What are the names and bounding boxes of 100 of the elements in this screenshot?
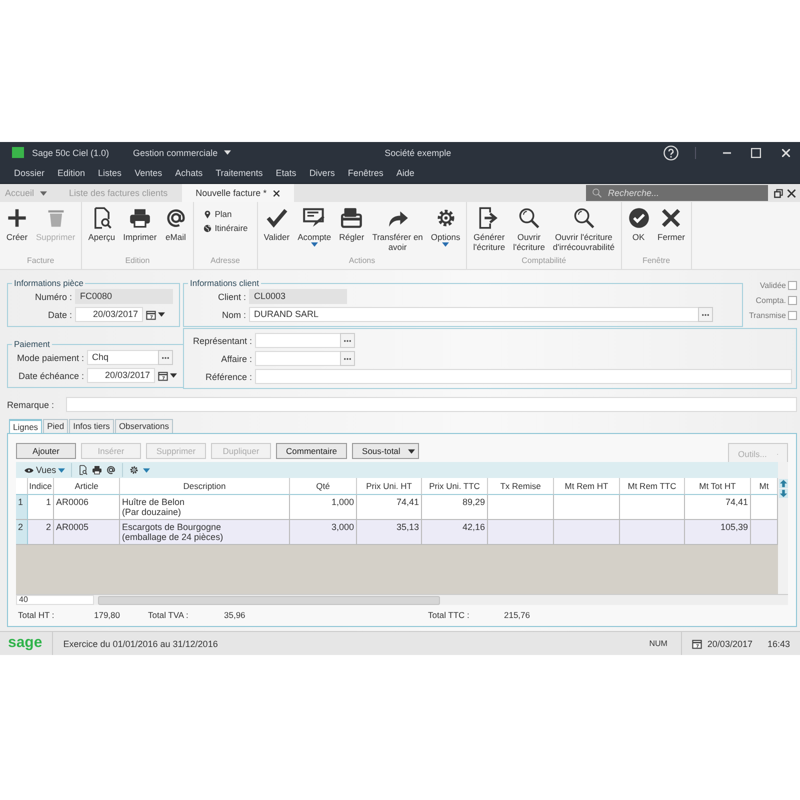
status-date: 20/03/2017 [707,638,752,648]
search-field[interactable]: Recherche... [586,185,768,201]
total-label: Total TTC : [428,610,470,620]
calendar-button[interactable] [158,370,177,380]
input-field[interactable] [255,351,341,366]
ribbon-button[interactable]: Acompte [294,205,334,256]
group-label: Fenêtre [641,256,672,267]
ribbon-button[interactable]: Options [428,205,464,256]
close-icon [782,148,790,156]
caret-icon [310,242,318,247]
ribbon-button[interactable]: Aperçu [85,205,118,256]
menu-item[interactable]: Achats [175,168,203,178]
lookup-button[interactable] [698,307,713,322]
menu-item[interactable]: Etats [276,168,296,178]
column-header[interactable]: Mt Rem TTC [620,478,685,495]
search-icon [592,188,602,198]
ribbon-button[interactable]: OK [624,205,653,256]
lookup-button[interactable] [340,333,355,348]
field-label: Client : [216,292,246,302]
document-search-icon [78,465,88,475]
lookup-button[interactable] [158,350,173,365]
caret-icon [224,150,231,155]
scrollbar[interactable] [778,462,788,594]
row-count-field[interactable]: 40 [16,595,94,605]
menu-item[interactable]: Divers [309,168,335,178]
ribbon-button[interactable]: Ouvrir l'écriture d'irrécouvrabilité [550,205,618,256]
column-header[interactable]: Mt Tot HT [685,478,751,495]
split-button[interactable]: Sous-total [352,443,420,459]
help-icon [663,144,679,160]
tab[interactable]: Pied [43,419,68,433]
ribbon-button[interactable]: Plan [202,209,248,219]
date-field[interactable]: 20/03/2017 [75,307,143,322]
ribbon-button[interactable]: Générer l'écriture [470,205,508,256]
group-label: Comptabilité [520,256,568,267]
calendar-button[interactable] [146,310,165,320]
column-header[interactable]: Qté [290,478,357,495]
field-label: Date : [46,310,72,320]
menu-item[interactable]: Ventes [134,168,162,178]
horizontal-scrollbar[interactable] [94,595,788,605]
status-time: 16:43 [767,638,790,648]
tab[interactable]: Observations [114,419,174,433]
ribbon-button[interactable]: eMail [162,205,190,256]
checkbox[interactable] [788,296,797,305]
input-field[interactable]: Chq [87,350,159,365]
ribbon-button[interactable]: Valider [260,205,293,256]
column-header[interactable]: Indice [28,478,54,495]
field-label: Mode paiement : [16,352,84,362]
lookup-button[interactable] [340,351,355,366]
column-header[interactable]: Mt Rem HT [554,478,620,495]
menu-item[interactable]: Listes [98,168,122,178]
column-header[interactable]: Article [54,478,120,495]
input-field[interactable] [255,333,341,348]
menu-item[interactable]: Traitements [216,168,263,178]
input-field[interactable]: FC0080 [75,289,173,304]
magnifier-icon [518,207,540,229]
column-header[interactable]: Tx Remise [488,478,554,495]
checkbox-label: Validée [760,281,786,290]
action-button[interactable]: Commentaire [276,443,348,459]
row-number[interactable]: 1 [16,495,28,520]
status-text: NUM [639,632,682,655]
total-value: 215,76 [504,610,531,620]
column-header[interactable]: Prix Uni. HT [357,478,422,495]
input-field[interactable]: DURAND SARL [249,307,699,322]
checkbox[interactable] [788,281,797,290]
action-button[interactable]: Ajouter [16,443,76,459]
ribbon-button[interactable]: Créer [3,205,31,256]
menu-item[interactable]: Dossier [14,168,45,178]
ribbon-button[interactable]: Fermer [654,205,688,256]
checkbox[interactable] [788,311,797,320]
column-header[interactable]: Description [120,478,290,495]
row-number[interactable]: 2 [16,520,28,545]
tab[interactable]: Lignes [9,419,42,433]
input-field[interactable]: CL0003 [249,289,347,304]
menu-item[interactable]: Aide [396,168,414,178]
ribbon-button[interactable]: Régler [336,205,368,256]
caret-icon [408,448,416,454]
ribbon-button[interactable]: Ouvrir l'écriture [510,205,548,256]
views-button[interactable]: Vues [24,465,66,475]
tab[interactable]: Nouvelle facture * [182,184,294,202]
column-header[interactable]: Prix Uni. TTC [422,478,488,495]
eye-icon [24,466,34,474]
table-row[interactable]: 1 1 AR0006 Huître de Belon (Par douzaine) 1,000 74,41 89,29 74,41 [16,495,778,520]
monitor-pen-icon [303,207,326,229]
field-label: Référence : [204,372,252,382]
table-row[interactable]: 2 2 AR0005 Escargots de Bourgogne (emballage de 24 pièces) 3,000 35,13 42,16 105,39 [16,520,778,545]
date-field[interactable]: 20/03/2017 [87,368,155,383]
plus-icon [6,207,28,229]
ribbon-button[interactable]: Itinéraire [202,223,248,233]
caret-icon [40,190,48,196]
menu-item[interactable]: Edition [58,168,86,178]
ribbon-button[interactable]: Imprimer [120,205,160,256]
ribbon-button[interactable]: Transférer en avoir [369,205,426,256]
column-header[interactable]: Mt [751,478,778,495]
input-field[interactable] [255,369,792,384]
field-label: Date échéance : [17,370,84,380]
at-sign-icon [164,207,187,229]
input-field[interactable] [66,397,797,412]
menu-item[interactable]: Fenêtres [348,168,384,178]
tab[interactable]: Infos tiers [69,419,114,433]
module-selector[interactable]: Gestion commerciale [133,148,231,158]
